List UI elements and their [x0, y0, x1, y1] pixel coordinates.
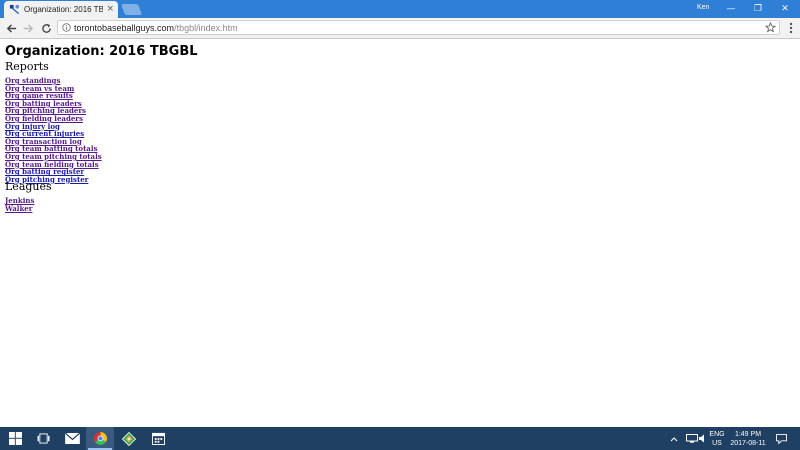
browser-title-bar: Organization: 2016 TBGBL × Ken — ❐ ✕ — [0, 0, 800, 18]
list-item: Org pitching leaders — [5, 104, 785, 115]
list-item: Org game results — [5, 89, 785, 100]
url-path: /tbgbl/index.htm — [174, 23, 238, 33]
baseball-favicon-icon — [9, 4, 20, 15]
url-host: torontobaseballguys.com — [74, 23, 175, 33]
show-hidden-icons-button[interactable] — [670, 427, 678, 450]
windows-logo-icon — [8, 432, 22, 445]
taskbar-baseball-app[interactable] — [115, 427, 143, 450]
action-center-button[interactable] — [776, 427, 787, 450]
page-title: Organization: 2016 TBGBL — [5, 44, 198, 59]
back-arrow-icon — [6, 23, 16, 33]
page-content: Organization: 2016 TBGBL Reports Org sta… — [5, 44, 785, 213]
clock-date: 2017-08-11 — [730, 440, 766, 447]
browser-toolbar: torontobaseballguys.com/tbgbl/index.htm — [0, 18, 800, 39]
list-item: Org team pitching totals — [5, 150, 785, 161]
profile-user-name[interactable]: Ken — [697, 4, 709, 11]
more-vert-icon — [789, 22, 793, 34]
forward-arrow-icon — [23, 23, 33, 33]
reload-icon — [41, 23, 51, 33]
reports-heading: Reports — [5, 60, 49, 73]
restore-icon: ❐ — [753, 4, 763, 14]
task-view-button[interactable] — [29, 427, 57, 450]
list-item: Org standings — [5, 74, 785, 85]
network-button[interactable] — [686, 427, 698, 450]
list-item: Org current injuries — [5, 127, 785, 138]
back-button[interactable] — [3, 20, 19, 36]
list-item: Org team fielding totals — [5, 158, 785, 168]
start-button[interactable] — [1, 427, 29, 450]
minimize-icon: — — [726, 4, 736, 14]
chrome-icon — [93, 432, 107, 445]
forward-button[interactable] — [20, 20, 36, 36]
input-language-indicator[interactable]: ENG US — [706, 430, 728, 448]
leagues-link-list: Jenkins Walker — [5, 194, 785, 213]
list-item: Org batting leaders — [5, 97, 785, 107]
url-text: torontobaseballguys.com/tbgbl/index.htm — [74, 22, 238, 34]
chevron-up-icon — [670, 436, 678, 441]
list-item: Org transaction log — [5, 135, 785, 145]
windows-taskbar: ENG US 1:49 PM 2017-08-11 — [0, 427, 800, 450]
browser-tab[interactable]: Organization: 2016 TBGBL × — [4, 1, 118, 18]
page-info-icon[interactable] — [62, 23, 71, 32]
leagues-heading: Leagues — [5, 180, 52, 194]
language-code: ENG — [709, 431, 725, 438]
address-bar[interactable]: torontobaseballguys.com/tbgbl/index.htm — [57, 20, 780, 35]
mail-envelope-icon — [64, 433, 80, 444]
tab-close-icon[interactable]: × — [106, 5, 114, 14]
list-item: Org pitching register — [5, 173, 785, 183]
taskbar-chrome-app[interactable] — [86, 427, 114, 450]
list-item: Org injury log — [5, 120, 785, 130]
list-item: Walker — [5, 202, 785, 213]
reload-button[interactable] — [38, 20, 54, 36]
close-icon: ✕ — [781, 4, 789, 14]
list-item: Jenkins — [5, 194, 785, 205]
baseball-diamond-icon — [122, 431, 136, 446]
tab-title: Organization: 2016 TBGBL — [24, 5, 104, 14]
reports-link-list: Org standings Org team vs team Org game … — [5, 74, 785, 183]
list-item: Org team batting totals — [5, 142, 785, 153]
bookmark-star-icon[interactable] — [765, 22, 776, 33]
list-item: Org fielding leaders — [5, 112, 785, 123]
new-tab-button[interactable] — [120, 4, 143, 15]
taskbar-clock[interactable]: 1:49 PM 2017-08-11 — [728, 430, 768, 448]
minimize-button[interactable]: — — [718, 0, 744, 18]
list-item: Org batting register — [5, 165, 785, 176]
browser-menu-button[interactable] — [783, 20, 799, 36]
close-window-button[interactable]: ✕ — [772, 0, 798, 18]
task-view-icon — [37, 433, 49, 444]
calendar-icon — [151, 432, 165, 445]
network-icon — [686, 434, 698, 443]
notification-icon — [776, 433, 787, 444]
taskbar-calendar-app[interactable] — [144, 427, 172, 450]
list-item: Org team vs team — [5, 82, 785, 92]
clock-time: 1:49 PM — [734, 431, 762, 438]
taskbar-mail-app[interactable] — [58, 427, 86, 450]
region-code: US — [712, 440, 722, 447]
restore-button[interactable]: ❐ — [745, 0, 771, 18]
league-link-walker[interactable]: Walker — [5, 204, 32, 213]
